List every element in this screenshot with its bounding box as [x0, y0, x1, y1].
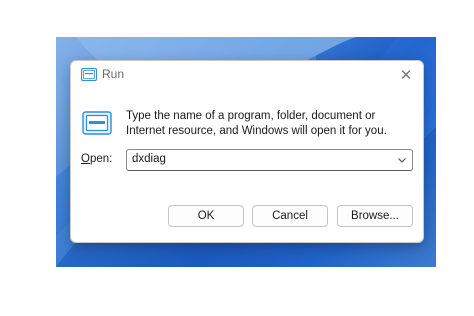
run-dialog: Run ✕ Type the name of a program, folder…: [70, 60, 424, 243]
chevron-down-icon[interactable]: [396, 154, 408, 166]
title-bar[interactable]: Run ✕: [71, 61, 423, 89]
open-label-accelerator: O: [81, 153, 90, 165]
close-icon: ✕: [399, 66, 413, 84]
run-icon: [82, 111, 112, 135]
browse-button[interactable]: Browse...: [337, 205, 413, 227]
dialog-description: Type the name of a program, folder, docu…: [126, 110, 387, 137]
open-label-text: pen:: [89, 153, 113, 165]
open-label: Open:: [81, 153, 112, 165]
open-combobox[interactable]: dxdiag: [126, 149, 413, 171]
ok-button[interactable]: OK: [168, 205, 244, 227]
window-title: Run: [102, 67, 125, 81]
close-button[interactable]: ✕: [397, 66, 415, 84]
open-input[interactable]: dxdiag: [132, 153, 166, 165]
run-icon: [81, 68, 97, 81]
cancel-button[interactable]: Cancel: [252, 205, 328, 227]
